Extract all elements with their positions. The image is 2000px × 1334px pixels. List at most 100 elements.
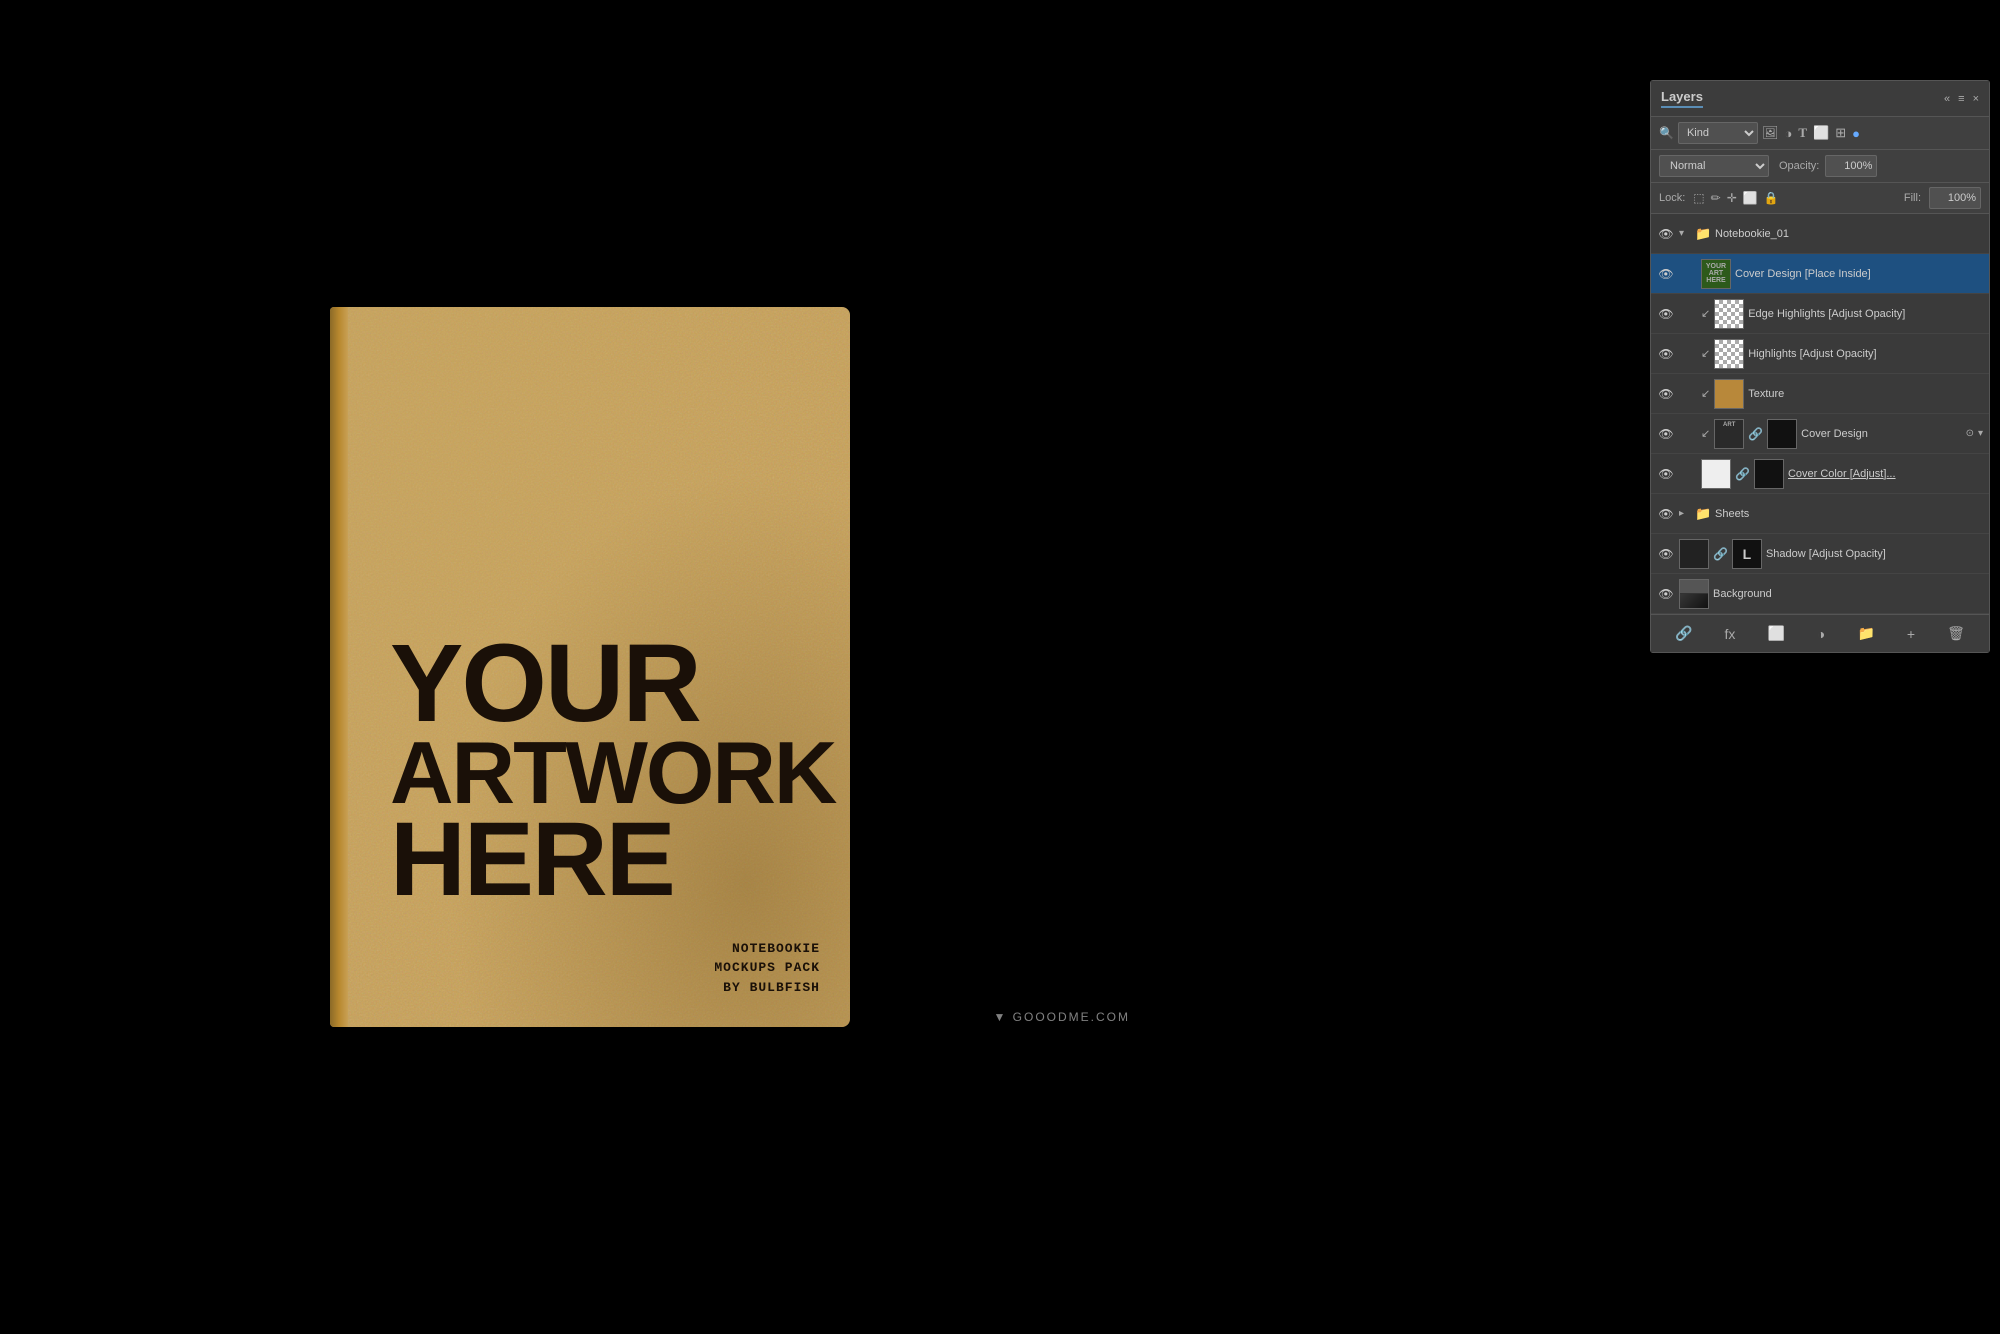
panel-footer: 🔗 fx ⬜ ◑ 📁 + 🗑 [1651, 614, 1989, 652]
panel-header: Layers « ≡ × [1651, 81, 1989, 117]
expand-icon-sheets[interactable]: ▸ [1679, 508, 1691, 519]
layer-edge-highlights[interactable]: 👁 ↙ Edge Highlights [Adjust Opacity] [1651, 294, 1989, 334]
thumb-cover-inside: YOURARTHERE [1701, 259, 1731, 289]
lock-all-icon[interactable]: 🔒 [1764, 191, 1779, 205]
eye-icon-highlights[interactable]: 👁 [1657, 345, 1675, 363]
search-icon: 🔍 [1659, 126, 1674, 140]
eye-icon-cover-color[interactable]: 👁 [1657, 465, 1675, 483]
thumb-edge-highlights [1714, 299, 1744, 329]
text-line3: HERE [390, 813, 820, 908]
layer-name-sheets: Sheets [1715, 508, 1983, 520]
panel-tab-layers[interactable]: Layers [1661, 89, 1703, 108]
thumb-cover-design-mask [1767, 419, 1797, 449]
expand-icon-notebookie[interactable]: ▾ [1679, 228, 1691, 239]
fill-input[interactable] [1929, 187, 1981, 209]
footer-link-icon[interactable]: 🔗 [1671, 623, 1696, 644]
thumb-background [1679, 579, 1709, 609]
lock-label: Lock: [1659, 192, 1685, 204]
opacity-label: Opacity: [1779, 160, 1819, 172]
notebook-artwork-text: YOUR ARTWORK HERE [390, 634, 820, 907]
footer-group-icon[interactable]: 📁 [1853, 623, 1878, 644]
notebook-spine [330, 307, 348, 1027]
layer-highlights[interactable]: 👁 ↙ Highlights [Adjust Opacity] [1651, 334, 1989, 374]
thumb-texture [1714, 379, 1744, 409]
panel-menu-button[interactable]: ≡ [1958, 93, 1964, 105]
lock-icons: ⬚ ✏ ✛ ⬜ 🔒 [1693, 191, 1778, 205]
lock-paint-icon[interactable]: ✏ [1711, 191, 1721, 205]
eye-icon-shadow[interactable]: 👁 [1657, 545, 1675, 563]
link-icon-cover-color: 🔗 [1735, 467, 1750, 481]
filter-row: 🔍 Kind 🖼 ◑ T ⬜ ⊞ ● [1651, 117, 1989, 150]
eye-icon-cover-inside[interactable]: 👁 [1657, 265, 1675, 283]
smart-object-icon-cover: ⊙ [1966, 428, 1974, 439]
eye-icon-sheets[interactable]: 👁 [1657, 505, 1675, 523]
thumb-shadow [1679, 539, 1709, 569]
thumb-highlights [1714, 339, 1744, 369]
footer-delete-icon[interactable]: 🗑 [1943, 623, 1969, 644]
layer-cover-color[interactable]: 👁 🔗 Cover Color [Adjust]... [1651, 454, 1989, 494]
lock-transparent-icon[interactable]: ⬚ [1693, 191, 1704, 205]
layer-background[interactable]: 👁 Background [1651, 574, 1989, 614]
layer-name-edge-highlights: Edge Highlights [Adjust Opacity] [1748, 308, 1983, 320]
footer-new-layer-icon[interactable]: + [1903, 624, 1919, 644]
layer-group-sheets[interactable]: 👁 ▸ 📁 Sheets [1651, 494, 1989, 534]
thumb-cover-design: ART [1714, 419, 1744, 449]
canvas-area: YOUR ARTWORK HERE NOTEBOOKIE MOCKUPS PAC… [0, 0, 1180, 1334]
filter-smartobject-icon[interactable]: ⊞ [1835, 125, 1846, 141]
eye-icon-notebookie[interactable]: 👁 [1657, 225, 1675, 243]
opacity-input[interactable] [1825, 155, 1877, 177]
expand-arrow-cover[interactable]: ▾ [1978, 428, 1983, 439]
layer-name-highlights: Highlights [Adjust Opacity] [1748, 348, 1983, 360]
layer-cover-design[interactable]: 👁 ↙ ART 🔗 Cover Design ⊙ ▾ [1651, 414, 1989, 454]
layer-name-texture: Texture [1748, 388, 1983, 400]
thumb-shadow-mask: L [1732, 539, 1762, 569]
panel-header-icons: « ≡ × [1944, 93, 1979, 105]
layer-name-cover-inside: Cover Design [Place Inside] [1735, 268, 1983, 280]
kind-filter-select[interactable]: Kind [1678, 122, 1758, 144]
footer-adjustment-icon[interactable]: ◑ [1813, 624, 1829, 644]
folder-icon-sheets: 📁 [1695, 506, 1711, 522]
link-icon-edge-highlights: ↙ [1701, 307, 1710, 320]
layer-name-cover-color: Cover Color [Adjust]... [1788, 468, 1983, 480]
thumb-cover-color-mask [1754, 459, 1784, 489]
notebook-subtitle: NOTEBOOKIE MOCKUPS PACK BY BULBFISH [714, 939, 820, 998]
lock-position-icon[interactable]: ✛ [1727, 191, 1737, 205]
text-line1: YOUR [390, 634, 820, 733]
layers-panel: Layers « ≡ × 🔍 Kind 🖼 ◑ T ⬜ ⊞ ● Normal O… [1650, 80, 1990, 653]
panel-collapse-button[interactable]: « [1944, 93, 1950, 105]
filter-shape-icon[interactable]: ⬜ [1813, 125, 1829, 141]
smart-link-icon-cover: 🔗 [1748, 427, 1763, 441]
footer-fx-icon[interactable]: fx [1721, 624, 1740, 644]
layer-cover-design-inside[interactable]: 👁 YOURARTHERE Cover Design [Place Inside… [1651, 254, 1989, 294]
eye-icon-texture[interactable]: 👁 [1657, 385, 1675, 403]
notebook-mockup: YOUR ARTWORK HERE NOTEBOOKIE MOCKUPS PAC… [330, 307, 850, 1027]
blend-mode-row: Normal Opacity: [1651, 150, 1989, 183]
layer-name-notebookie: Notebookie_01 [1715, 228, 1983, 240]
layer-shadow[interactable]: 👁 🔗 L Shadow [Adjust Opacity] [1651, 534, 1989, 574]
lock-artboard-icon[interactable]: ⬜ [1743, 191, 1758, 205]
panel-close-button[interactable]: × [1973, 93, 1979, 105]
layers-list: 👁 ▾ 📁 Notebookie_01 👁 YOURARTHERE Cover … [1651, 214, 1989, 614]
footer-mask-icon[interactable]: ⬜ [1763, 623, 1788, 644]
layer-name-background: Background [1713, 588, 1983, 600]
layer-name-shadow: Shadow [Adjust Opacity] [1766, 548, 1983, 560]
layer-group-notebookie[interactable]: 👁 ▾ 📁 Notebookie_01 [1651, 214, 1989, 254]
link-icon-highlights: ↙ [1701, 347, 1710, 360]
filter-color-icon[interactable]: ● [1852, 126, 1860, 141]
fill-label: Fill: [1904, 192, 1921, 204]
filter-text-icon[interactable]: T [1798, 125, 1807, 141]
thumb-cover-color [1701, 459, 1731, 489]
link-icon-cover-design: ↙ [1701, 427, 1710, 440]
filter-adjustment-icon[interactable]: ◑ [1784, 126, 1792, 141]
link-icon-shadow: 🔗 [1713, 547, 1728, 561]
folder-icon-notebookie: 📁 [1695, 226, 1711, 242]
eye-icon-edge-highlights[interactable]: 👁 [1657, 305, 1675, 323]
filter-image-icon[interactable]: 🖼 [1762, 125, 1779, 141]
layer-texture[interactable]: 👁 ↙ Texture [1651, 374, 1989, 414]
link-icon-texture: ↙ [1701, 387, 1710, 400]
blend-mode-select[interactable]: Normal [1659, 155, 1769, 177]
lock-row: Lock: ⬚ ✏ ✛ ⬜ 🔒 Fill: [1651, 183, 1989, 214]
eye-icon-background[interactable]: 👁 [1657, 585, 1675, 603]
layer-name-cover-design: Cover Design [1801, 428, 1957, 440]
eye-icon-cover-design[interactable]: 👁 [1657, 425, 1675, 443]
